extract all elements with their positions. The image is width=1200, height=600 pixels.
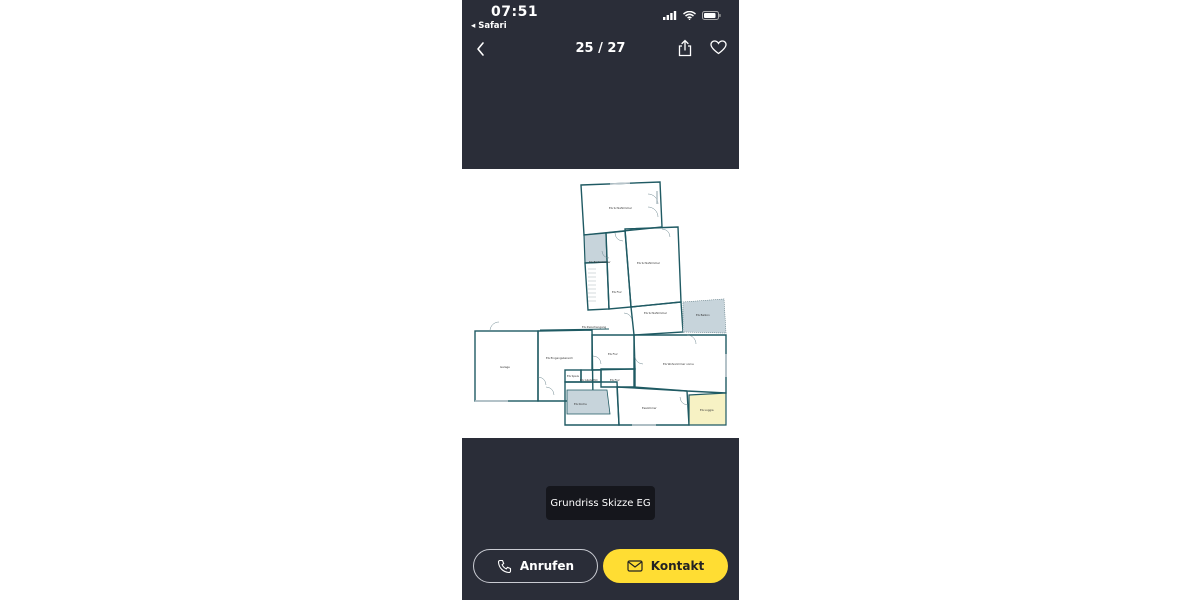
contact-button-label: Kontakt xyxy=(650,559,705,573)
floorplan-drawing: EG Schlafzimmer EG Badezimmer EG Schlafz… xyxy=(474,181,727,426)
battery-icon xyxy=(702,11,721,20)
phone-icon xyxy=(497,559,511,573)
wifi-icon xyxy=(683,11,696,20)
contact-button[interactable]: Kontakt xyxy=(603,549,728,583)
back-to-safari-link[interactable]: ◂ Safari xyxy=(471,21,507,31)
cellular-signal-icon xyxy=(663,11,677,20)
room-label: EG Flur xyxy=(610,378,621,382)
status-time: 07:51 xyxy=(491,4,539,20)
room-label: EG Schlafzimmer xyxy=(644,311,668,315)
room-label: EG Gäste-WC xyxy=(580,378,598,382)
room-label: EG Flur xyxy=(608,352,619,356)
image-counter: 25 / 27 xyxy=(575,41,626,56)
share-icon[interactable] xyxy=(677,39,693,57)
room-label: EG Loggia xyxy=(700,408,714,412)
phone-screen: 07:51 ◂ Safari 25 / 27 EG Schlafzimmer E… xyxy=(462,0,739,600)
room-label: EG Eingangsbereich xyxy=(546,356,573,360)
status-icons xyxy=(663,11,721,20)
room-label: EG Flur xyxy=(612,290,623,294)
room-label: Esszimmer xyxy=(642,406,658,410)
room-label: EG Wohnzimmer vorne xyxy=(663,362,694,366)
room-label: EG Badezimmer xyxy=(589,260,612,264)
heart-icon[interactable] xyxy=(710,40,727,55)
room-label: EG Zwischengang xyxy=(582,325,606,329)
room-label: Garage xyxy=(500,365,510,369)
image-caption: Grundriss Skizze EG xyxy=(546,486,655,520)
gallery-nav-bar: 25 / 27 xyxy=(462,36,739,62)
room-label: EG Schlafzimmer xyxy=(609,206,633,210)
room-label: EG Balkon xyxy=(696,313,710,317)
bathroom-tile xyxy=(583,232,608,264)
envelope-icon xyxy=(627,560,643,572)
call-button[interactable]: Anrufen xyxy=(473,549,598,583)
call-button-label: Anrufen xyxy=(519,559,575,573)
floorplan-image[interactable]: EG Schlafzimmer EG Badezimmer EG Schlafz… xyxy=(462,169,739,438)
room-label: EG Speis xyxy=(567,374,579,378)
room-label: EG Schlafzimmer xyxy=(637,261,661,265)
room-label: EG Küche xyxy=(574,402,587,406)
